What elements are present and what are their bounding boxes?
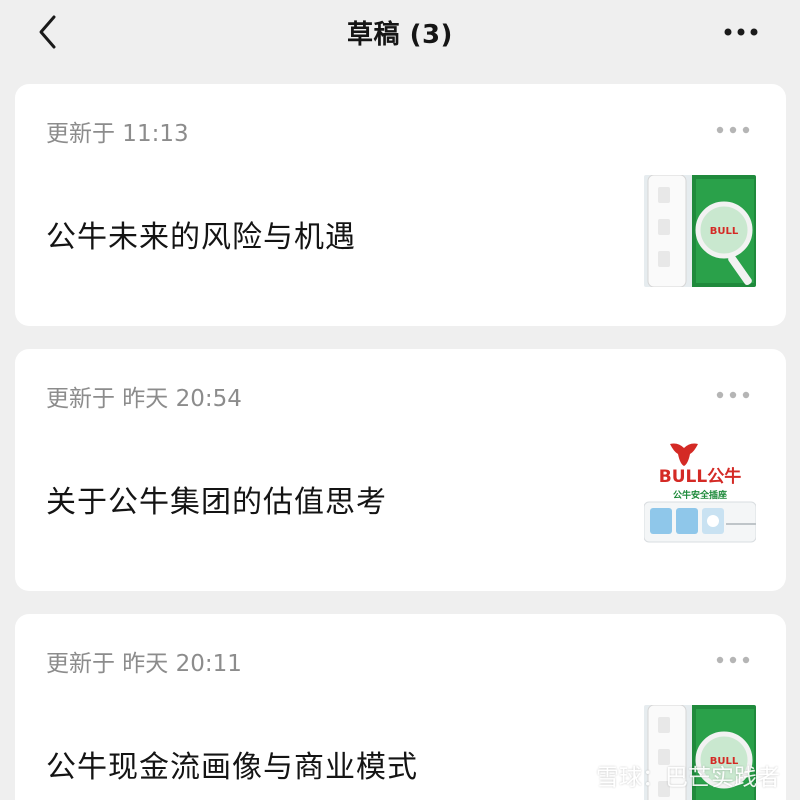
more-horizontal-icon [724,28,758,36]
draft-thumbnail: BULL [644,175,756,287]
draft-updated-time: 更新于 11:13 [46,121,189,147]
bull-logo-power-strip-image: BULL公牛 公牛安全插座 [644,440,756,552]
draft-more-button[interactable] [714,387,754,403]
more-horizontal-icon [716,126,750,134]
bull-power-strip-magnifier-image: BULL [644,175,756,287]
more-horizontal-icon [716,656,750,664]
draft-updated-time: 更新于 昨天 20:11 [46,651,242,677]
draft-more-button[interactable] [714,122,754,138]
draft-thumbnail: BULL公牛 公牛安全插座 [644,440,756,552]
watermark: 雪球：巴芒实践者 [562,758,780,792]
more-menu-button[interactable] [722,22,762,42]
draft-title: 公牛现金流画像与商业模式 [46,750,418,785]
draft-title: 公牛未来的风险与机遇 [46,220,356,255]
page-title: 草稿 (3) [347,20,453,50]
draft-title: 关于公牛集团的估值思考 [46,485,387,520]
draft-updated-time: 更新于 昨天 20:54 [46,386,242,412]
draft-more-button[interactable] [714,652,754,668]
snowball-logo-icon [563,762,589,788]
brand-slogan: 公牛安全插座 [673,489,727,501]
watermark-text: 雪球：巴芒实践者 [596,765,780,791]
top-bar: 草稿 (3) [0,0,800,66]
draft-card[interactable]: 更新于 昨天 20:54 关于公牛集团的估值思考 BULL公牛 公牛安全插座 [15,349,786,591]
draft-card[interactable]: 更新于 11:13 公牛未来的风险与机遇 BULL [15,84,786,326]
more-horizontal-icon [716,391,750,399]
brand-logo-text: BULL公牛 [659,466,741,487]
svg-text:BULL: BULL [710,226,739,237]
